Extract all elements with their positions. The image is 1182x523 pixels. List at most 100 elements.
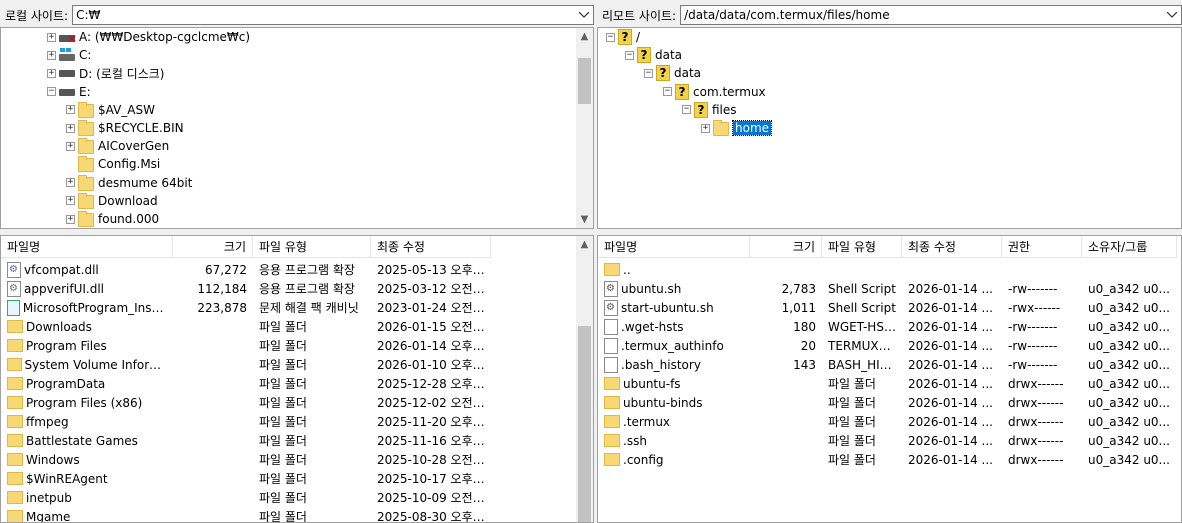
tree-item[interactable]: + home	[701, 119, 773, 137]
column-header-2[interactable]: 파일 유형	[822, 236, 902, 258]
table-row[interactable]: ..	[598, 260, 1177, 279]
table-row[interactable]: start-ubuntu.sh 1,011 Shell Script 2026-01-…	[598, 298, 1177, 317]
tree-item[interactable]: + desmume 64bit	[66, 174, 192, 192]
expand-icon[interactable]: +	[47, 50, 56, 60]
table-row[interactable]: appverifUI.dll 112,184 응용 프로그램 확장 2025-03-1…	[1, 279, 491, 298]
collapse-icon[interactable]: −	[663, 87, 672, 97]
tree-item[interactable]: + Download	[66, 192, 158, 210]
windows-drive-icon	[59, 47, 75, 63]
cell-modified: 2026-01-14 ...	[908, 452, 993, 467]
expand-icon[interactable]: +	[66, 178, 75, 188]
local-tree-scrollbar[interactable]: ▲ ▼	[576, 28, 593, 228]
folder-icon	[7, 491, 23, 504]
column-header-1[interactable]: 크기	[173, 236, 253, 258]
table-row[interactable]: ubuntu-fs 파일 폴더 2026-01-14 ... drwx------ u0…	[598, 374, 1177, 393]
chevron-down-icon[interactable]	[1163, 6, 1181, 24]
table-row[interactable]: Battlestate Games 파일 폴더 2025-11-16 오후 ...	[1, 431, 491, 450]
remote-path-combobox[interactable]: /data/data/com.termux/files/home	[680, 5, 1182, 25]
folder-icon	[7, 396, 23, 409]
unknown-icon: ?	[675, 83, 689, 100]
table-row[interactable]: Program Files 파일 폴더 2026-01-14 오후 ...	[1, 336, 491, 355]
scroll-up-icon[interactable]: ▲	[576, 28, 593, 45]
tree-item[interactable]: + AICoverGen	[66, 137, 169, 155]
tree-item[interactable]: + $AV_ASW	[66, 101, 155, 119]
column-header-3[interactable]: 최종 수정	[902, 236, 1002, 258]
collapse-icon[interactable]: −	[47, 87, 56, 97]
collapse-icon[interactable]: −	[625, 50, 634, 60]
folder-shape	[78, 120, 94, 136]
tree-item[interactable]: + C:	[47, 46, 91, 64]
expand-icon[interactable]: +	[66, 105, 75, 115]
file-icon	[604, 356, 618, 373]
table-row[interactable]: Mgame 파일 폴더 2025-08-30 오후 ...	[1, 507, 491, 522]
table-row[interactable]: ProgramData 파일 폴더 2025-12-28 오후 ...	[1, 374, 491, 393]
table-row[interactable]: ubuntu.sh 2,783 Shell Script 2026-01-14 ...…	[598, 279, 1177, 298]
table-row[interactable]: .ssh 파일 폴더 2026-01-14 ... drwx------ u0_a342…	[598, 431, 1177, 450]
file-name: ..	[623, 262, 631, 277]
column-header-0[interactable]: 파일명	[1, 236, 173, 258]
table-row[interactable]: .wget-hsts 180 WGET-HST... 2026-01-14 ... -r…	[598, 317, 1177, 336]
tree-item[interactable]: Config.Msi	[66, 155, 160, 173]
folder-icon	[604, 415, 620, 428]
tree-item[interactable]: + found.000	[66, 210, 159, 228]
local-list-scrollbar[interactable]: ▲	[576, 236, 593, 522]
table-row[interactable]: .termux_authinfo 20 TERMUX_A... 2026-01-14 …	[598, 336, 1177, 355]
tree-item[interactable]: −? com.termux	[663, 83, 766, 101]
remote-path-value[interactable]: /data/data/com.termux/files/home	[684, 8, 1163, 22]
collapse-icon[interactable]: −	[682, 105, 691, 115]
table-row[interactable]: $WinREAgent 파일 폴더 2025-10-17 오후 ...	[1, 469, 491, 488]
scroll-thumb[interactable]	[578, 326, 591, 522]
collapse-icon[interactable]: −	[606, 32, 615, 42]
tree-item[interactable]: −? files	[682, 101, 737, 119]
expand-icon[interactable]: +	[66, 196, 75, 206]
tree-item-label: AICoverGen	[98, 139, 170, 154]
folder-icon	[78, 138, 94, 155]
scroll-up-icon[interactable]: ▲	[576, 236, 593, 253]
tree-item-label: data	[655, 48, 683, 63]
column-header-3[interactable]: 최종 수정	[371, 236, 491, 258]
table-row[interactable]: ubuntu-binds 파일 폴더 2026-01-14 ... drwx-----…	[598, 393, 1177, 412]
expand-icon[interactable]: +	[66, 141, 75, 151]
table-row[interactable]: .bash_history 143 BASH_HIS... 2026-01-14 ..…	[598, 355, 1177, 374]
remote-directory-tree[interactable]: −? / −? data −? data −? com.termux −? files + home	[597, 27, 1182, 229]
local-directory-tree[interactable]: ▲ ▼ + ✕ A: (₩₩Desktop-cgclcme₩c) + C: + D: (로컬…	[0, 27, 594, 229]
table-row[interactable]: inetpub 파일 폴더 2025-10-09 오전 ...	[1, 488, 491, 507]
expand-icon[interactable]: +	[66, 123, 75, 133]
local-path-value[interactable]: C:₩	[76, 8, 575, 22]
table-row[interactable]: vfcompat.dll 67,272 응용 프로그램 확장 2025-05-13 오…	[1, 260, 491, 279]
remote-file-list[interactable]: 파일명 크기 파일 유형 최종 수정 권한 소유자/그룹 .. ubuntu.sh 2,783…	[597, 235, 1182, 523]
tree-item[interactable]: −? /	[606, 28, 640, 46]
table-row[interactable]: .termux 파일 폴더 2026-01-14 ... drwx------ u0_a…	[598, 412, 1177, 431]
column-header-4[interactable]: 권한	[1002, 236, 1082, 258]
table-row[interactable]: ffmpeg 파일 폴더 2025-11-20 오후 ...	[1, 412, 491, 431]
folder-shape	[78, 174, 94, 191]
tree-item[interactable]: −? data	[644, 64, 701, 82]
column-header-1[interactable]: 크기	[750, 236, 822, 258]
table-row[interactable]: Program Files (x86) 파일 폴더 2025-12-02 오전 ..…	[1, 393, 491, 412]
expand-icon[interactable]: +	[66, 214, 75, 224]
table-row[interactable]: .config 파일 폴더 2026-01-14 ... drwx------ u0_a…	[598, 450, 1177, 469]
local-file-list[interactable]: 파일명 크기 파일 유형 최종 수정 ▲ vfcompat.dll 67,272 응용 프…	[0, 235, 594, 523]
scroll-down-icon[interactable]: ▼	[576, 211, 593, 228]
cell-size: 180	[793, 319, 816, 334]
expand-icon[interactable]: +	[701, 123, 710, 133]
tree-item-label: data	[674, 66, 702, 81]
tree-item[interactable]: − E:	[47, 83, 91, 101]
tree-item[interactable]: + D: (로컬 디스크)	[47, 64, 164, 82]
table-row[interactable]: System Volume Informat... 파일 폴더 2026-01-10…	[1, 355, 491, 374]
tree-item[interactable]: −? data	[625, 46, 682, 64]
column-header-5[interactable]: 소유자/그룹	[1082, 236, 1177, 258]
expand-icon[interactable]: +	[47, 32, 56, 42]
table-row[interactable]: MicrosoftProgram_Install... 223,878 문제 해결 …	[1, 298, 491, 317]
tree-item[interactable]: + ✕ A: (₩₩Desktop-cgclcme₩c)	[47, 28, 250, 46]
chevron-down-icon[interactable]	[575, 6, 593, 24]
expand-icon[interactable]: +	[47, 68, 56, 78]
scroll-thumb[interactable]	[578, 58, 591, 104]
collapse-icon[interactable]: −	[644, 68, 653, 78]
tree-item[interactable]: + $RECYCLE.BIN	[66, 119, 184, 137]
column-header-0[interactable]: 파일명	[598, 236, 750, 258]
column-header-2[interactable]: 파일 유형	[253, 236, 371, 258]
table-row[interactable]: Downloads 파일 폴더 2026-01-15 오전 ...	[1, 317, 491, 336]
local-path-combobox[interactable]: C:₩	[72, 5, 594, 25]
table-row[interactable]: Windows 파일 폴더 2025-10-28 오전 ...	[1, 450, 491, 469]
